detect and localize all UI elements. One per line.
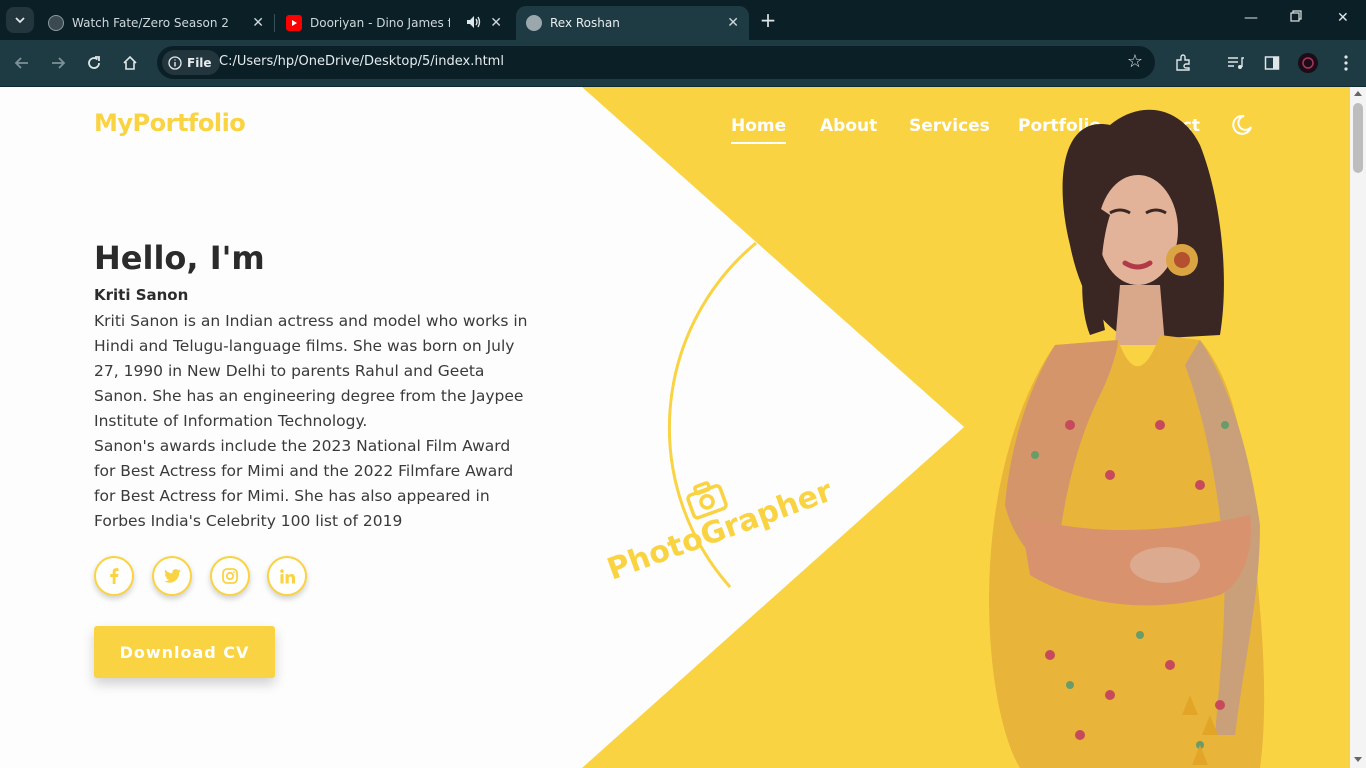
url-text[interactable]: C:/Users/hp/OneDrive/Desktop/5/index.htm… — [219, 54, 504, 69]
home-icon[interactable] — [119, 52, 141, 74]
minimize-icon[interactable]: — — [1244, 10, 1258, 26]
window-close-icon[interactable]: ✕ — [1337, 10, 1349, 26]
bio-paragraph: Sanon's awards include the 2023 National… — [94, 437, 514, 530]
bio-paragraph: Kriti Sanon is an Indian actress and mod… — [94, 312, 528, 430]
new-tab-button[interactable]: + — [756, 9, 780, 31]
close-icon[interactable]: ✕ — [490, 15, 502, 31]
tab-fate-zero[interactable]: Watch Fate/Zero Season 2 English ✕ — [38, 6, 275, 40]
youtube-icon — [286, 15, 302, 31]
instagram-button[interactable] — [210, 556, 250, 596]
chip-label: File — [187, 55, 212, 70]
profile-avatar[interactable] — [1297, 52, 1319, 74]
nav-about[interactable]: About — [820, 116, 877, 136]
extensions-icon[interactable] — [1172, 52, 1194, 74]
tab-dooriyan[interactable]: Dooriyan - Dino James ft. Kaprila ✕ — [276, 6, 512, 40]
badge-text: PhotoGrapher — [603, 477, 837, 588]
tab-divider — [274, 14, 275, 32]
address-bar[interactable]: File C:/Users/hp/OneDrive/Desktop/5/inde… — [157, 46, 1155, 79]
facebook-icon — [110, 568, 119, 584]
scroll-thumb[interactable] — [1353, 103, 1363, 173]
tab-title: Watch Fate/Zero Season 2 English — [72, 16, 232, 30]
info-icon — [168, 55, 182, 70]
speaker-icon[interactable] — [466, 15, 482, 32]
linkedin-icon — [279, 568, 295, 584]
linkedin-button[interactable] — [267, 556, 307, 596]
site-info-chip[interactable]: File — [162, 50, 220, 75]
bookmark-star-icon[interactable]: ☆ — [1127, 51, 1143, 72]
twitter-button[interactable] — [152, 556, 192, 596]
menu-kebab-icon[interactable] — [1335, 52, 1357, 74]
globe-icon — [526, 15, 542, 31]
back-arrow-icon[interactable] — [11, 52, 33, 74]
hero-bio: Kriti Sanon is an Indian actress and mod… — [94, 309, 534, 534]
portfolio-page: MyPortfolio Home About Services Portfoli… — [0, 87, 1350, 768]
media-controls-icon[interactable] — [1225, 52, 1247, 74]
hero-name: Kriti Sanon — [94, 286, 189, 304]
reload-icon[interactable] — [83, 52, 105, 74]
instagram-icon — [222, 568, 238, 584]
scroll-down-arrow-icon[interactable] — [1354, 757, 1362, 762]
close-icon[interactable]: ✕ — [727, 15, 739, 31]
close-icon[interactable]: ✕ — [252, 15, 264, 31]
anime-site-icon — [48, 15, 64, 31]
page-scrollbar[interactable] — [1350, 87, 1366, 768]
download-cv-button[interactable]: Download CV — [94, 626, 275, 678]
tab-search-button[interactable] — [6, 7, 34, 33]
tab-title: Dooriyan - Dino James ft. Kaprila — [310, 16, 450, 30]
restore-icon[interactable] — [1290, 10, 1302, 26]
scroll-up-arrow-icon[interactable] — [1354, 91, 1362, 96]
forward-arrow-icon[interactable] — [47, 52, 69, 74]
tab-title: Rex Roshan — [550, 16, 620, 30]
chevron-down-icon — [15, 17, 25, 24]
tab-rex-roshan[interactable]: Rex Roshan ✕ — [516, 6, 749, 40]
facebook-button[interactable] — [94, 556, 134, 596]
browser-toolbar: File C:/Users/hp/OneDrive/Desktop/5/inde… — [0, 40, 1366, 86]
hero-greeting: Hello, I'm — [94, 239, 265, 277]
portrait-image — [989, 109, 1265, 768]
twitter-icon — [163, 569, 181, 583]
browser-tab-bar: Watch Fate/Zero Season 2 English ✕ Doori… — [0, 0, 1366, 40]
photographer-badge: PhotoGrapher — [603, 477, 837, 588]
side-panel-icon[interactable] — [1261, 52, 1283, 74]
nav-home[interactable]: Home — [731, 116, 787, 144]
site-logo[interactable]: MyPortfolio — [94, 109, 246, 137]
